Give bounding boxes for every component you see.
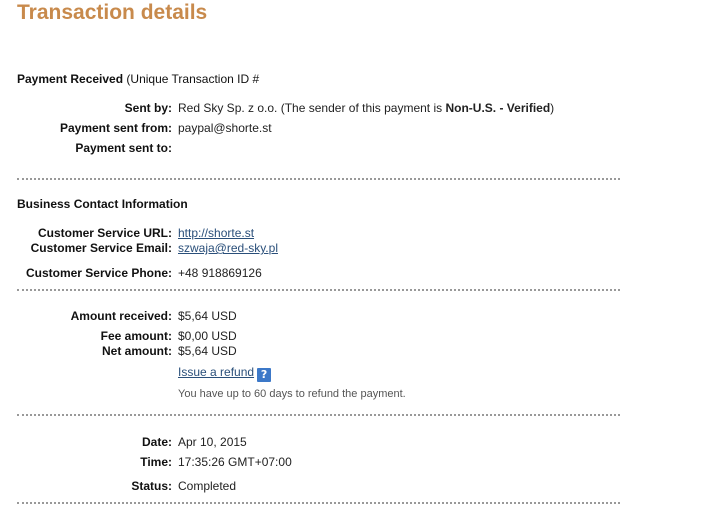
sent-to-label: Payment sent to: xyxy=(75,141,172,155)
service-email-label: Customer Service Email: xyxy=(30,241,172,255)
refund-row: Issue a refund? xyxy=(178,365,272,382)
sent-by-value: Red Sky Sp. z o.o. (The sender of this p… xyxy=(178,101,554,116)
help-icon[interactable]: ? xyxy=(257,368,272,382)
service-email-link[interactable]: szwaja@red-sky.pl xyxy=(178,241,278,255)
amount-received-value: $5,64 USD xyxy=(178,309,237,323)
sent-from-value: paypal@shorte.st xyxy=(178,121,272,135)
sender-name: Red Sky Sp. z o.o. xyxy=(178,101,278,115)
sent-by-label: Sent by: xyxy=(124,101,172,115)
payment-received-heading: Payment Received (Unique Transaction ID … xyxy=(17,72,259,87)
sender-note-suffix: ) xyxy=(550,101,555,115)
service-phone-label: Customer Service Phone: xyxy=(25,266,172,280)
service-url-value: http://shorte.st xyxy=(178,226,254,241)
net-amount-value: $5,64 USD xyxy=(178,344,237,358)
refund-note: You have up to 60 days to refund the pay… xyxy=(178,388,406,400)
divider xyxy=(17,414,620,416)
date-label: Date: xyxy=(141,435,172,449)
sender-status: Non-U.S. - Verified xyxy=(445,101,551,115)
time-label: Time: xyxy=(140,455,172,469)
service-email-value: szwaja@red-sky.pl xyxy=(178,241,278,256)
page-title: Transaction details xyxy=(17,1,208,24)
payment-received-label: Payment Received xyxy=(17,72,124,86)
net-amount-label: Net amount: xyxy=(102,344,172,358)
business-contact-heading: Business Contact Information xyxy=(17,197,188,212)
service-url-link[interactable]: http://shorte.st xyxy=(178,226,254,240)
divider xyxy=(17,502,620,504)
service-phone-value: +48 918869126 xyxy=(178,266,262,280)
service-url-label: Customer Service URL: xyxy=(37,226,172,240)
business-contact-label: Business Contact Information xyxy=(17,197,188,211)
status-label: Status: xyxy=(131,479,172,493)
amount-received-label: Amount received: xyxy=(70,309,172,323)
date-value: Apr 10, 2015 xyxy=(178,435,247,449)
divider xyxy=(17,289,620,291)
issue-refund-link[interactable]: Issue a refund xyxy=(178,365,254,379)
time-value: 17:35:26 GMT+07:00 xyxy=(178,455,292,469)
sent-from-label: Payment sent from: xyxy=(59,121,172,135)
fee-amount-value: $0,00 USD xyxy=(178,329,237,343)
divider xyxy=(17,178,620,180)
fee-amount-label: Fee amount: xyxy=(100,329,172,343)
status-value: Completed xyxy=(178,479,237,493)
sender-note-prefix: (The sender of this payment is xyxy=(280,101,446,115)
transaction-id-label: (Unique Transaction ID # xyxy=(126,72,260,86)
